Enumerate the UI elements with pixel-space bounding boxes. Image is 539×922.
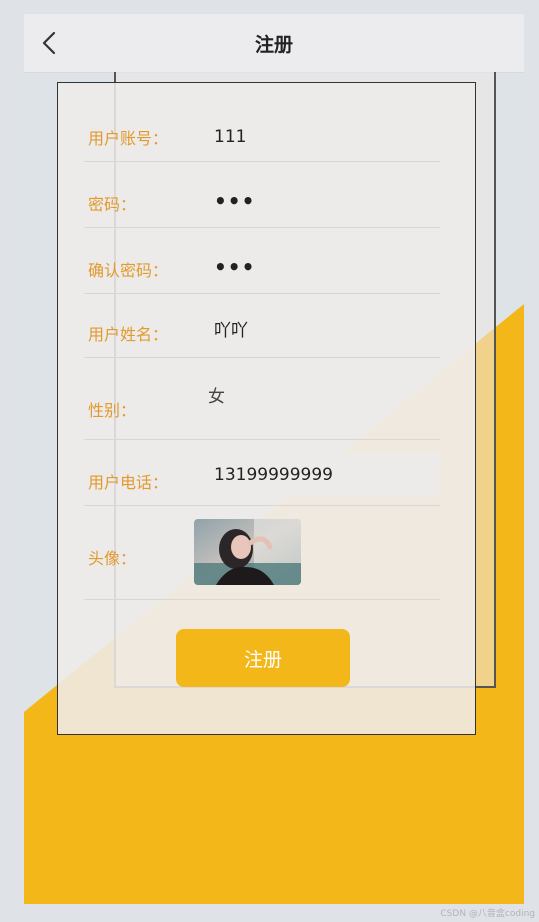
name-input[interactable]: 吖吖: [194, 309, 440, 353]
password-row: 密码： •••: [84, 161, 440, 228]
account-label: 用户账号：: [88, 129, 169, 148]
watermark: CSDN @八音盒coding: [440, 909, 535, 919]
gender-select[interactable]: 女: [188, 375, 440, 419]
register-button[interactable]: 注册: [176, 629, 350, 687]
register-form-card: 用户账号： 111 密码： ••• 确认密码： ••• 用户姓名： 吖吖 性别：…: [57, 82, 476, 735]
password-input[interactable]: •••: [194, 179, 440, 223]
gender-label: 性别：: [88, 401, 137, 420]
account-input[interactable]: 111: [194, 115, 440, 159]
page-title: 注册: [254, 34, 293, 56]
avatar-label: 头像：: [88, 549, 137, 568]
confirm-password-input[interactable]: •••: [194, 245, 440, 289]
account-row: 用户账号： 111: [84, 113, 440, 162]
nav-bar: 注册: [24, 14, 524, 73]
avatar-upload[interactable]: [194, 519, 301, 585]
gender-row: 性别： 女: [84, 357, 440, 440]
password-label: 密码：: [88, 195, 137, 214]
name-label: 用户姓名：: [88, 325, 169, 344]
phone-label: 用户电话：: [88, 473, 169, 492]
confirm-password-row: 确认密码： •••: [84, 227, 440, 294]
phone-row: 用户电话： 13199999999: [84, 439, 440, 506]
app-screen: 注册 用户账号： 111 密码： ••• 确认密码： ••• 用户姓名： 吖吖 …: [24, 14, 524, 904]
phone-input[interactable]: 13199999999: [194, 453, 440, 497]
confirm-password-label: 确认密码：: [88, 261, 169, 280]
avatar-row: 头像：: [84, 515, 440, 600]
name-row: 用户姓名： 吖吖: [84, 293, 440, 358]
avatar-image: [194, 519, 301, 585]
